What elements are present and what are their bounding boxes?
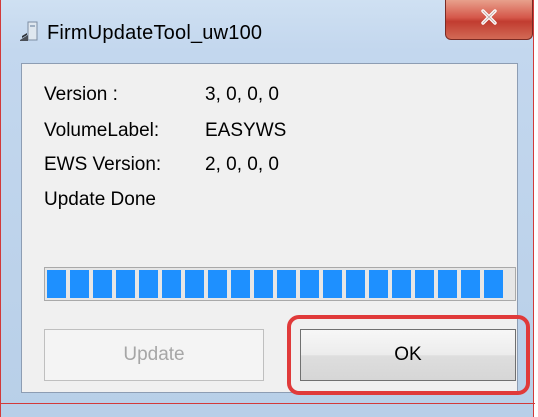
dialog-window: FirmUpdateTool_uw100 Version : 3, 0, 0, … xyxy=(0,0,535,417)
volume-value: EASYWS xyxy=(205,120,287,141)
ews-version-value: 2, 0, 0, 0 xyxy=(205,154,279,175)
progress-fill xyxy=(47,270,513,298)
progress-segment xyxy=(208,270,227,298)
progress-segment xyxy=(231,270,250,298)
progress-segment xyxy=(415,270,434,298)
progress-segment xyxy=(47,270,66,298)
close-button[interactable] xyxy=(445,0,533,40)
progress-segment xyxy=(323,270,342,298)
installer-icon xyxy=(19,20,39,42)
progress-bar xyxy=(44,267,516,301)
progress-segment xyxy=(277,270,296,298)
window-title: FirmUpdateTool_uw100 xyxy=(47,22,263,44)
title-bar[interactable]: FirmUpdateTool_uw100 xyxy=(1,0,533,62)
progress-segment xyxy=(162,270,181,298)
update-button[interactable]: Update xyxy=(44,329,264,381)
progress-segment xyxy=(346,270,365,298)
progress-segment xyxy=(254,270,273,298)
progress-segment xyxy=(369,270,388,298)
progress-segment xyxy=(392,270,411,298)
progress-segment xyxy=(139,270,158,298)
version-value: 3, 0, 0, 0 xyxy=(205,84,279,105)
progress-segment xyxy=(461,270,480,298)
progress-segment xyxy=(438,270,457,298)
progress-segment xyxy=(484,270,503,298)
close-icon xyxy=(479,8,499,31)
progress-segment xyxy=(93,270,112,298)
window-bottom-edge xyxy=(1,403,535,404)
progress-segment xyxy=(70,270,89,298)
progress-segment xyxy=(185,270,204,298)
version-label: Version : xyxy=(44,84,118,105)
volume-label: VolumeLabel: xyxy=(44,120,160,141)
progress-segment xyxy=(116,270,135,298)
dialog-content: Version : 3, 0, 0, 0 VolumeLabel: EASYWS… xyxy=(21,63,530,395)
status-text: Update Done xyxy=(44,189,156,210)
ok-button[interactable]: OK xyxy=(300,329,516,381)
ews-version-label: EWS Version: xyxy=(44,154,162,175)
progress-segment xyxy=(300,270,319,298)
